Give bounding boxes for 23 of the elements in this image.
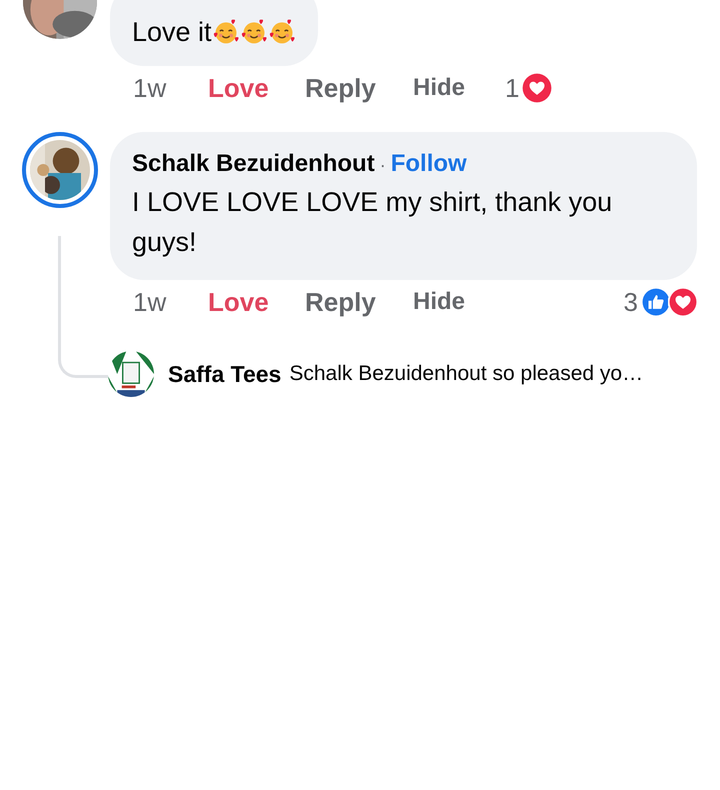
reaction-count: 1 xyxy=(505,72,520,104)
follow-link[interactable]: Follow xyxy=(390,146,467,182)
hide-button[interactable]: Hide xyxy=(413,286,505,318)
comment-text: Love it xyxy=(132,16,212,49)
reply-text: Schalk Bezuidenhout so pleased yo… xyxy=(289,361,644,388)
author-name[interactable]: Schalk Bezuidenhout xyxy=(132,146,375,182)
love-reaction-icon xyxy=(522,73,552,103)
love-reaction-icon xyxy=(668,287,698,317)
reply-button[interactable]: Reply xyxy=(305,72,413,104)
comment-text: I LOVE LOVE LOVE my shirt, thank you guys! xyxy=(132,186,614,259)
love-reaction-button[interactable]: Love xyxy=(208,72,305,104)
love-reaction-button[interactable]: Love xyxy=(208,286,305,318)
smiling-face-with-hearts-icon xyxy=(268,18,296,46)
timestamp: 1w xyxy=(133,72,168,104)
reply-author[interactable]: Saffa Tees xyxy=(168,356,282,392)
like-reaction-icon xyxy=(641,287,671,317)
smiling-face-with-hearts-icon xyxy=(212,18,240,46)
hide-button[interactable]: Hide xyxy=(413,72,505,104)
smiling-face-with-hearts-icon xyxy=(240,18,268,46)
reply-button[interactable]: Reply xyxy=(305,286,413,318)
dot-separator: · xyxy=(380,154,386,177)
timestamp: 1w xyxy=(133,286,168,318)
reaction-count: 3 xyxy=(624,286,638,318)
